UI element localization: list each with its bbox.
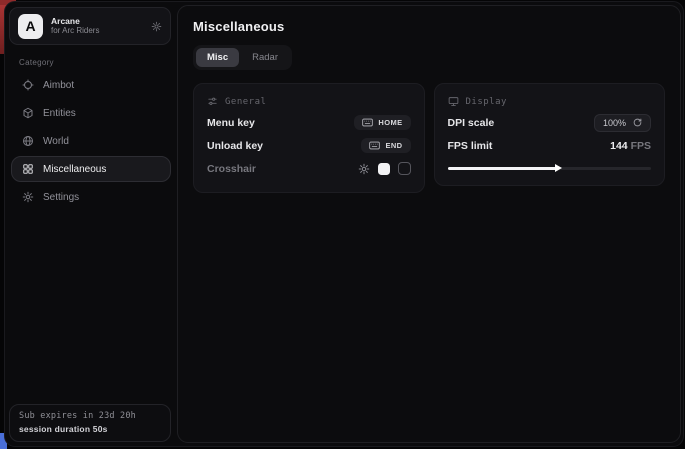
fps-limit-row: FPS limit 144 FPS	[448, 134, 652, 157]
crosshair-icon	[22, 79, 34, 91]
unload-key-bind-button[interactable]: END	[361, 138, 410, 153]
sidebar-item-settings[interactable]: Settings	[11, 184, 171, 210]
dpi-scale-button[interactable]: 100%	[594, 114, 651, 132]
sidebar-item-entities[interactable]: Entities	[11, 100, 171, 126]
crosshair-controls	[358, 162, 411, 175]
keyboard-icon	[369, 141, 380, 150]
dpi-scale-label: DPI scale	[448, 117, 495, 129]
slider-thumb[interactable]	[555, 164, 562, 172]
monitor-icon	[448, 96, 459, 107]
fps-limit-value: 144 FPS	[610, 140, 651, 152]
sidebar-item-label: Miscellaneous	[43, 164, 106, 175]
display-card-title: Display	[466, 97, 507, 107]
general-card-header: General	[207, 96, 411, 107]
sidebar-item-aimbot[interactable]: Aimbot	[11, 72, 171, 98]
general-card: General Menu key	[193, 83, 425, 193]
gear-icon[interactable]	[151, 21, 162, 32]
sliders-icon	[207, 96, 218, 107]
fps-number: 144	[610, 140, 628, 152]
app-names: Arcane for Arc Riders	[51, 16, 99, 37]
crosshair-settings-gear-icon[interactable]	[358, 163, 370, 175]
sidebar: A Arcane for Arc Riders Category	[5, 2, 177, 446]
sub-expires-text: Sub expires in 23d 20h	[19, 411, 161, 421]
grid-icon	[22, 163, 34, 175]
sidebar-item-label: Settings	[43, 192, 79, 203]
general-card-title: General	[225, 97, 266, 107]
crosshair-label: Crosshair	[207, 163, 256, 175]
sidebar-item-label: Entities	[43, 108, 76, 119]
fps-limit-slider[interactable]	[448, 163, 652, 173]
category-label: Category	[19, 58, 54, 67]
keyboard-icon	[362, 118, 373, 127]
menu-key-label: Menu key	[207, 117, 255, 129]
crosshair-checkbox[interactable]	[398, 162, 411, 175]
crosshair-row: Crosshair	[207, 157, 411, 180]
crosshair-color-swatch[interactable]	[378, 163, 390, 175]
app-header-card: A Arcane for Arc Riders	[9, 7, 171, 45]
gear-icon	[22, 191, 34, 203]
fps-limit-label: FPS limit	[448, 140, 493, 152]
unload-key-row: Unload key END	[207, 134, 411, 157]
refresh-icon[interactable]	[633, 118, 642, 127]
menu-key-row: Menu key HOME	[207, 111, 411, 134]
sidebar-item-miscellaneous[interactable]: Miscellaneous	[11, 156, 171, 182]
app-name: Arcane	[51, 16, 99, 27]
display-card: Display DPI scale 100%	[434, 83, 666, 186]
cards-row: General Menu key	[193, 83, 665, 193]
tab-bar: Misc Radar	[193, 45, 292, 70]
unload-key-value: END	[385, 141, 402, 150]
sidebar-item-label: Aimbot	[43, 80, 74, 91]
menu-key-value: HOME	[378, 118, 402, 127]
session-duration-text: session duration 50s	[19, 424, 161, 434]
cube-icon	[22, 107, 34, 119]
fps-unit: FPS	[631, 140, 651, 152]
app-logo: A	[18, 14, 43, 39]
app-window: A Arcane for Arc Riders Category	[4, 1, 684, 447]
sidebar-nav: Aimbot Entities	[11, 72, 171, 210]
page-title: Miscellaneous	[193, 19, 665, 34]
menu-key-bind-button[interactable]: HOME	[354, 115, 410, 130]
sidebar-item-world[interactable]: World	[11, 128, 171, 154]
app-subtitle: for Arc Riders	[51, 26, 99, 36]
slider-fill	[448, 167, 558, 170]
subscription-card: Sub expires in 23d 20h session duration …	[9, 404, 171, 442]
tab-radar[interactable]: Radar	[241, 48, 289, 67]
unload-key-label: Unload key	[207, 140, 263, 152]
dpi-scale-value: 100%	[603, 118, 626, 128]
screen: A Arcane for Arc Riders Category	[0, 0, 685, 449]
main-panel: Miscellaneous Misc Radar Gene	[177, 5, 681, 443]
tab-misc[interactable]: Misc	[196, 48, 239, 67]
display-card-header: Display	[448, 96, 652, 107]
sidebar-item-label: World	[43, 136, 69, 147]
dpi-scale-row: DPI scale 100%	[448, 111, 652, 134]
globe-icon	[22, 135, 34, 147]
